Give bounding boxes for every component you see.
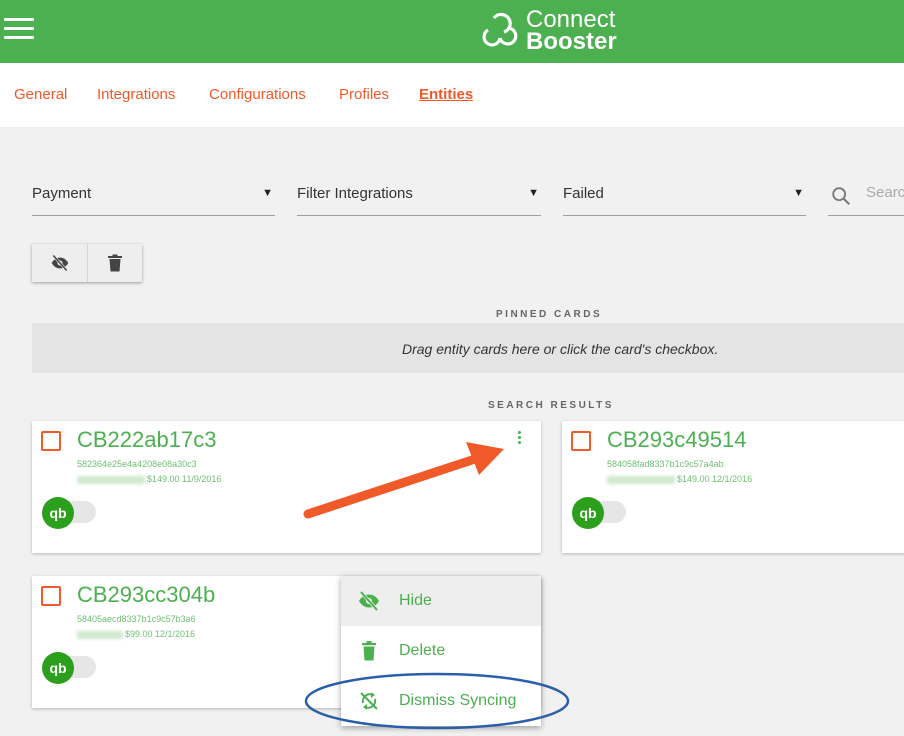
menu-icon[interactable] [4, 18, 34, 42]
status-select[interactable]: Failed ▼ [563, 177, 806, 216]
caret-down-icon: ▼ [262, 187, 273, 199]
trash-icon [108, 254, 122, 272]
quickbooks-icon: qb [42, 652, 74, 684]
tab-integrations[interactable]: Integrations [97, 86, 175, 103]
search-results-label: SEARCH RESULTS [488, 400, 614, 411]
menu-item-hide[interactable]: Hide [341, 576, 541, 626]
tab-general[interactable]: General [14, 86, 67, 103]
redacted-text [607, 475, 675, 484]
integrations-select[interactable]: Filter Integrations ▼ [297, 177, 541, 216]
eye-off-icon [359, 590, 379, 612]
card-checkbox[interactable] [41, 431, 61, 451]
trash-icon [362, 641, 376, 661]
card-title: CB293c49514 [607, 427, 747, 452]
search-input[interactable] [866, 184, 904, 201]
menu-item-delete[interactable]: Delete [341, 626, 541, 676]
menu-item-label: Dismiss Syncing [399, 692, 517, 709]
redacted-text [77, 630, 123, 639]
app-logo: Connect Booster [478, 6, 617, 56]
pinned-placeholder: Drag entity cards here or click the card… [402, 341, 719, 357]
tab-configurations[interactable]: Configurations [209, 86, 306, 103]
card-meta: $149.00 11/9/2016 [77, 474, 221, 484]
pinned-cards-label: PINNED CARDS [496, 309, 603, 320]
quickbooks-sync-toggle[interactable]: qb [572, 497, 626, 529]
entity-type-value: Payment [32, 185, 92, 202]
redacted-text [77, 475, 145, 484]
card-meta: $99.00 12/1/2016 [77, 629, 195, 639]
card-context-menu: Hide Delete Dismiss Syncing [341, 576, 541, 726]
quickbooks-sync-toggle[interactable]: qb [42, 497, 96, 529]
eye-off-icon [51, 254, 68, 272]
entity-card[interactable]: CB293c49514 584058fad8337b1c9c57a4ab $14… [562, 421, 904, 553]
search-icon [832, 187, 850, 205]
quickbooks-icon: qb [42, 497, 74, 529]
entity-card[interactable]: CB222ab17c3 582364e25e4a4208e08a30c3 $14… [32, 421, 541, 553]
menu-item-dismiss-syncing[interactable]: Dismiss Syncing [341, 676, 541, 726]
menu-item-label: Delete [399, 642, 446, 659]
logo-icon [482, 12, 518, 47]
card-meta: $149.00 12/1/2016 [607, 474, 752, 484]
card-amount-date: $149.00 11/9/2016 [147, 474, 222, 484]
tab-bar: General Integrations Configurations Prof… [0, 63, 904, 127]
quickbooks-sync-toggle[interactable]: qb [42, 652, 96, 684]
card-title: CB222ab17c3 [77, 427, 217, 452]
menu-item-label: Hide [399, 592, 432, 609]
status-value: Failed [563, 185, 604, 202]
card-checkbox[interactable] [41, 586, 61, 606]
sync-off-icon [360, 692, 378, 710]
tab-profiles[interactable]: Profiles [339, 86, 389, 103]
card-id: 58405aecd8337b1c9c57b3a6 [77, 614, 196, 624]
app-header: Connect Booster [0, 0, 904, 63]
card-checkbox[interactable] [571, 431, 591, 451]
caret-down-icon: ▼ [793, 187, 804, 199]
entity-type-select[interactable]: Payment ▼ [32, 177, 275, 216]
card-amount-date: $99.00 12/1/2016 [125, 629, 196, 639]
card-id: 582364e25e4a4208e08a30c3 [77, 459, 197, 469]
quickbooks-icon: qb [572, 497, 604, 529]
integrations-value: Filter Integrations [297, 185, 413, 202]
bulk-hide-button[interactable] [32, 244, 87, 282]
card-title: CB293cc304b [77, 582, 216, 607]
tab-entities[interactable]: Entities [419, 86, 473, 103]
card-amount-date: $149.00 12/1/2016 [677, 474, 753, 484]
more-vert-icon[interactable] [518, 431, 524, 446]
bulk-delete-button[interactable] [87, 244, 142, 282]
bulk-actions-toolbar [32, 244, 142, 282]
pinned-drop-zone[interactable]: Drag entity cards here or click the card… [32, 323, 904, 373]
card-id: 584058fad8337b1c9c57a4ab [607, 459, 724, 469]
caret-down-icon: ▼ [528, 187, 539, 199]
logo-text-booster: Booster [526, 28, 617, 55]
search-box [828, 177, 904, 216]
